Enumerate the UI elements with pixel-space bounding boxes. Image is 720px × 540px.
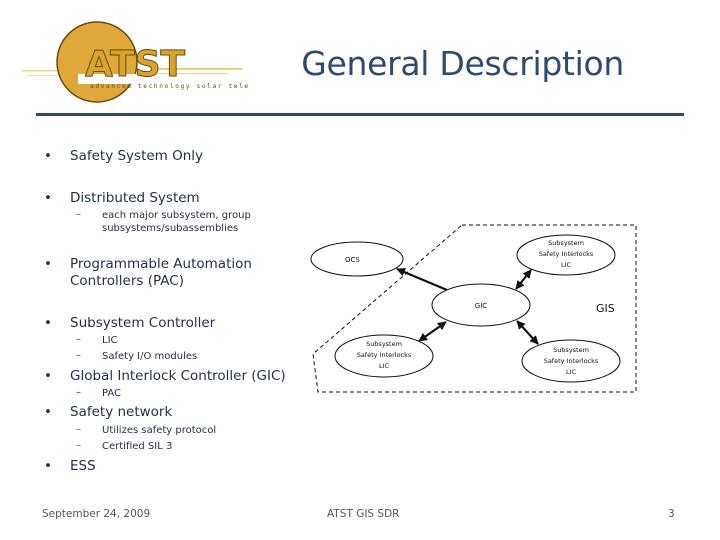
bullet-text: Programmable Automation (70, 256, 252, 272)
edge-gic-lic-top-right (515, 269, 532, 290)
lic-label-line2: Safety Interlocks (539, 250, 594, 258)
bullet-icon: • (44, 368, 52, 384)
edge-gic-lic-bottom-right (516, 320, 539, 345)
dash-icon: – (76, 350, 81, 361)
bullet-icon: • (44, 458, 52, 474)
node-lic-bottom-right: Subsystem Safety Interlocks LIC (521, 339, 621, 383)
lic-label-line2: Safety Interlocks (544, 357, 599, 365)
bullet-icon: • (44, 148, 52, 164)
node-gic: GIC (431, 283, 531, 327)
lic-label-line1: Subsystem (548, 239, 584, 247)
gic-label: GIC (475, 302, 487, 310)
edge-gic-ocs (396, 267, 448, 292)
ocs-ellipse (310, 241, 404, 277)
footer-date: September 24, 2009 (42, 508, 151, 520)
sub-bullet-text: Certified SIL 3 (102, 441, 173, 452)
bullet-text: Global Interlock Controller (GIC) (70, 368, 286, 384)
bullet-text: Subsystem Controller (70, 315, 216, 331)
bullet-text: Distributed System (70, 190, 200, 206)
bullet-list: • Safety System Only • Distributed Syste… (0, 0, 300, 540)
lic-ellipse (516, 234, 616, 276)
lic-label-line1: Subsystem (553, 346, 589, 354)
bullet-text: Safety network (70, 404, 173, 420)
sub-bullet-text: Utilizes safety protocol (102, 425, 217, 436)
node-lic-top-right: Subsystem Safety Interlocks LIC (516, 234, 616, 276)
lic-label-line1: Subsystem (366, 340, 402, 348)
gis-boundary-label: GIS (596, 302, 615, 315)
lic-label-line3: LIC (561, 261, 572, 269)
gis-boundary (312, 224, 637, 393)
node-ocs: OCS (310, 241, 404, 277)
footer-page-number: 3 (668, 508, 675, 520)
sub-bullet-text: LIC (102, 335, 118, 346)
lic-label-line3: LIC (379, 362, 390, 370)
bullet-text: Safety System Only (70, 148, 204, 164)
bullet-icon: • (44, 256, 52, 272)
edge-gic-lic-bottom-left (418, 321, 447, 342)
dash-icon: – (76, 334, 81, 345)
bullet-icon: • (44, 404, 52, 420)
bullet-text: ESS (70, 458, 96, 474)
bullet-icon: • (44, 315, 52, 331)
gic-ellipse (431, 283, 531, 327)
lic-ellipse (334, 334, 434, 378)
sub-bullet-text: each major subsystem, group (102, 210, 251, 221)
bullet-text: Controllers (PAC) (70, 273, 184, 289)
sub-bullet-text: subsystems/subassemblies (102, 223, 239, 234)
lic-ellipse (521, 339, 621, 383)
dash-icon: – (76, 440, 81, 451)
sub-bullet-text: PAC (102, 388, 122, 399)
ocs-label: OCS (345, 256, 360, 264)
slide-title: General Description (301, 44, 624, 83)
dash-icon: – (76, 424, 81, 435)
lic-label-line3: LIC (566, 368, 577, 376)
dash-icon: – (76, 387, 81, 398)
sub-bullet-text: Safety I/O modules (102, 351, 198, 362)
footer-presentation-name: ATST GIS SDR (327, 508, 400, 520)
node-lic-bottom-left: Subsystem Safety Interlocks LIC (334, 334, 434, 378)
lic-label-line2: Safety Interlocks (357, 351, 412, 359)
bullet-icon: • (44, 190, 52, 206)
dash-icon: – (76, 209, 81, 220)
